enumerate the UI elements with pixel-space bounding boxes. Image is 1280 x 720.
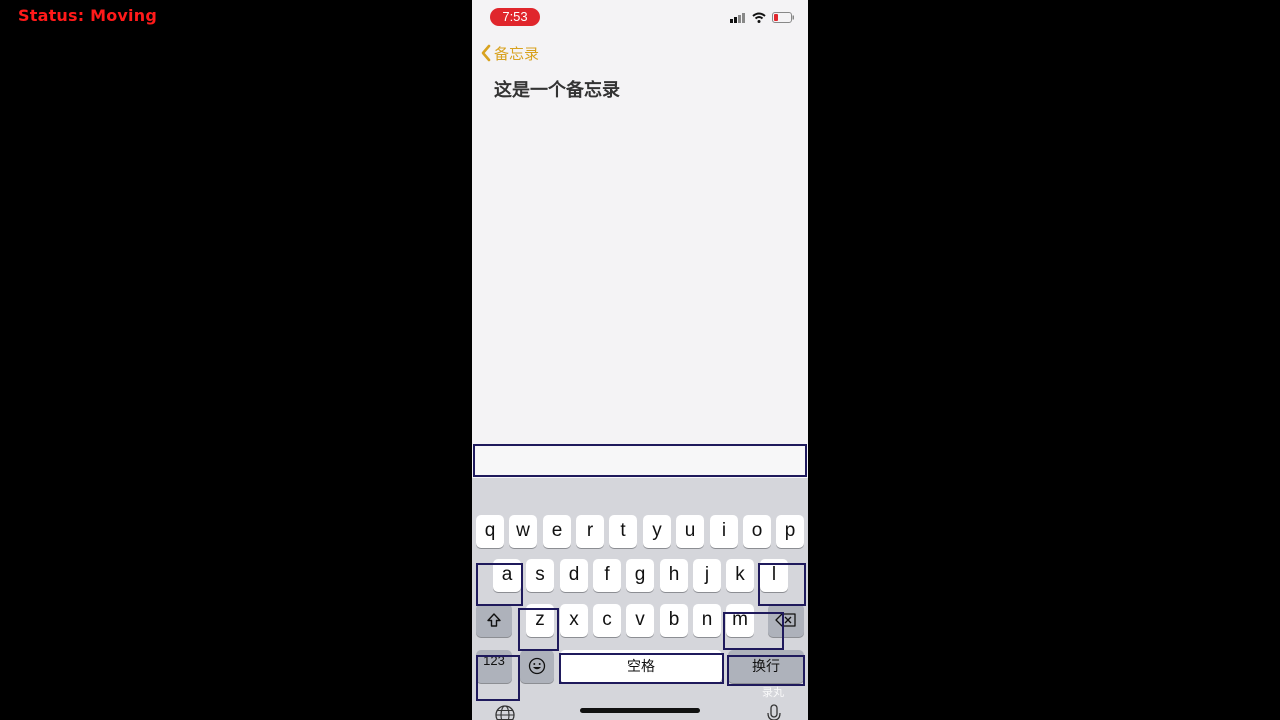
keyboard-suggestion-bar[interactable] (472, 444, 808, 478)
key-r[interactable]: r (576, 515, 604, 548)
key-u[interactable]: u (676, 515, 704, 548)
key-e[interactable]: e (543, 515, 571, 548)
signal-icon (730, 12, 745, 23)
globe-icon[interactable] (494, 704, 516, 720)
key-c[interactable]: c (593, 604, 621, 637)
key-s[interactable]: s (526, 559, 554, 592)
key-b[interactable]: b (660, 604, 688, 637)
key-p[interactable]: p (776, 515, 804, 548)
chevron-left-icon (481, 44, 491, 62)
key-z[interactable]: z (526, 604, 554, 637)
back-label: 备忘录 (494, 45, 540, 63)
back-button[interactable]: 备忘录 (480, 42, 539, 64)
key-a[interactable]: a (493, 559, 521, 592)
key-d[interactable]: d (560, 559, 588, 592)
note-title[interactable]: 这是一个备忘录 (494, 76, 620, 102)
mic-icon[interactable] (766, 704, 782, 720)
watermark-text: 录丸 (762, 687, 784, 699)
shift-icon (487, 613, 501, 627)
delete-key[interactable] (768, 604, 804, 637)
key-g[interactable]: g (626, 559, 654, 592)
status-icons (730, 12, 794, 23)
key-m[interactable]: m (726, 604, 754, 637)
key-n[interactable]: n (693, 604, 721, 637)
key-k[interactable]: k (726, 559, 754, 592)
overlay-status-text: Status: Moving (18, 6, 157, 25)
emoji-key[interactable] (520, 650, 554, 683)
status-time: 7:53 (490, 8, 540, 26)
key-j[interactable]: j (693, 559, 721, 592)
delete-icon (775, 613, 796, 627)
key-i[interactable]: i (710, 515, 738, 548)
key-q[interactable]: q (476, 515, 504, 548)
key-f[interactable]: f (593, 559, 621, 592)
return-key[interactable]: 换行 (728, 650, 804, 683)
keyboard: q w e r t y u i o p a s d f g h j k l z … (472, 478, 808, 720)
key-x[interactable]: x (560, 604, 588, 637)
key-t[interactable]: t (609, 515, 637, 548)
emoji-icon (528, 657, 546, 675)
key-y[interactable]: y (643, 515, 671, 548)
key-v[interactable]: v (626, 604, 654, 637)
numbers-key[interactable]: 123 (476, 650, 512, 683)
key-w[interactable]: w (509, 515, 537, 548)
shift-key[interactable] (476, 604, 512, 637)
key-l[interactable]: l (760, 559, 788, 592)
battery-icon (772, 12, 794, 23)
phone-screen: 7:53 备忘录 这是一个备忘录 q w e r t y u i o p a s… (472, 0, 808, 720)
key-h[interactable]: h (660, 559, 688, 592)
status-bar: 7:53 (472, 0, 808, 34)
wifi-icon (752, 12, 766, 23)
home-indicator (580, 708, 700, 713)
key-o[interactable]: o (743, 515, 771, 548)
space-key[interactable]: 空格 (560, 650, 722, 683)
